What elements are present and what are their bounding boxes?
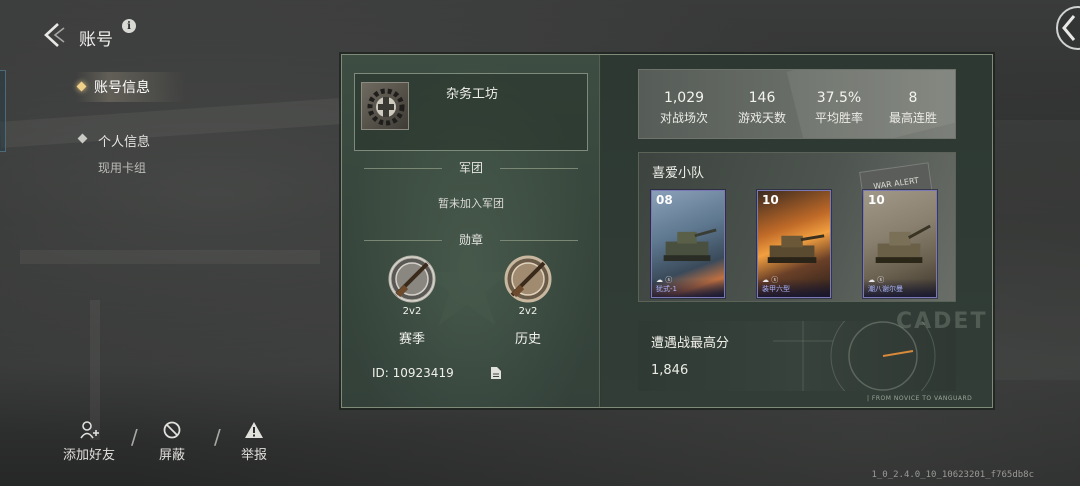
nav-item-current-deck[interactable]: 现用卡组 xyxy=(98,159,146,176)
separator: / xyxy=(214,425,221,449)
stat-value: 8 xyxy=(908,90,918,106)
add-friend-button[interactable]: 添加好友 xyxy=(63,420,115,463)
season-medal-icon[interactable] xyxy=(382,251,442,313)
stat-days: 146 游戏天数 xyxy=(724,90,800,126)
back-arrow-icon xyxy=(44,23,65,47)
history-medal-icon[interactable] xyxy=(498,251,558,313)
history-medal-tag: 2v2 xyxy=(518,306,538,317)
unit-level: 10 xyxy=(868,193,885,207)
nav-item-account-info[interactable]: 账号信息 xyxy=(76,72,186,102)
player-id: ID: 10923419 xyxy=(372,366,454,380)
unit-card[interactable]: 10 ☁ ⓢ 潮八谢尔曼 xyxy=(863,190,937,298)
stats-panel: 1,029 对战场次 146 游戏天数 37.5% 平均胜率 8 最高连胜 xyxy=(638,69,956,139)
unit-card[interactable]: 08 ☁ ⓢ 犹式-1 xyxy=(651,190,725,298)
medals-section-title: 勋章 xyxy=(354,231,588,248)
history-medal-label: 历史 xyxy=(514,332,541,347)
stat-value: 37.5% xyxy=(816,90,862,106)
stat-label: 最高连胜 xyxy=(888,111,937,125)
report-label: 举报 xyxy=(241,448,268,463)
unit-name: 装甲六型 xyxy=(762,285,790,293)
avatar[interactable] xyxy=(361,82,409,130)
novice-caption: | FROM NOVICE TO VANGUARD xyxy=(867,395,973,402)
bg-beam xyxy=(20,250,320,264)
bg-beam xyxy=(994,120,1080,380)
page-title: 账号 xyxy=(79,30,113,50)
nav-item-personal-info[interactable]: 个人信息 xyxy=(98,131,150,150)
stat-winrate: 37.5% 平均胜率 xyxy=(801,90,877,126)
bg-beam xyxy=(90,300,100,440)
favorite-squad-panel: 喜爱小队 WAR ALERT 08 ☁ ⓢ 犹式-1 10 ☁ ⓢ 装甲六型 1… xyxy=(638,152,956,302)
chevron-left-icon xyxy=(1062,15,1076,41)
squad-title: 喜爱小队 xyxy=(652,166,705,181)
player-id-row: ID: 10923419 xyxy=(372,366,502,380)
version-string: 1_0_2.4.0_10_10623201_f765db8c xyxy=(871,470,1034,480)
unit-name: 犹式-1 xyxy=(656,285,677,293)
bg-beam xyxy=(0,98,341,148)
season-medal-tag: 2v2 xyxy=(402,306,422,317)
block-icon xyxy=(163,421,181,439)
unit-card[interactable]: 10 ☁ ⓢ 装甲六型 xyxy=(757,190,831,298)
cadet-watermark: CADET xyxy=(896,309,988,334)
profile-card: ★ 杂务工坊 军团 暂未加入军团 勋章 2v2 赛季 2v2 历史 ID: 10… xyxy=(341,54,993,408)
unit-level: 08 xyxy=(656,193,673,207)
profile-left-panel: ★ 杂务工坊 军团 暂未加入军团 勋章 2v2 赛季 2v2 历史 ID: 10… xyxy=(342,55,600,407)
encounter-score-title: 遭遇战最高分 xyxy=(651,336,730,351)
menu-corner-button[interactable] xyxy=(1056,6,1080,50)
block-label: 屏蔽 xyxy=(159,448,186,463)
nav-item-label: 账号信息 xyxy=(94,80,150,96)
stat-value: 146 xyxy=(748,90,776,106)
stat-label: 平均胜率 xyxy=(814,111,863,125)
unit-name: 潮八谢尔曼 xyxy=(868,285,903,293)
stat-label: 对战场次 xyxy=(659,111,708,125)
encounter-score-value: 1,846 xyxy=(651,363,689,378)
warning-icon xyxy=(245,422,263,438)
player-nickname: 杂务工坊 xyxy=(446,87,499,102)
stat-value: 1,029 xyxy=(663,90,705,106)
stat-label: 游戏天数 xyxy=(737,111,786,125)
legion-status: 暂未加入军团 xyxy=(438,197,504,210)
report-button[interactable]: 举报 xyxy=(241,420,267,463)
stat-matches: 1,029 对战场次 xyxy=(646,90,722,126)
info-icon[interactable]: i xyxy=(122,19,136,33)
side-drawer-tab[interactable] xyxy=(0,70,6,152)
legion-section-title: 军团 xyxy=(354,159,588,176)
stat-streak: 8 最高连胜 xyxy=(875,90,951,126)
separator: / xyxy=(131,425,138,449)
gear-emblem-icon xyxy=(367,88,405,126)
add-friend-icon xyxy=(80,421,99,439)
block-button[interactable]: 屏蔽 xyxy=(159,420,185,463)
unit-level: 10 xyxy=(762,193,779,207)
season-medal-label: 赛季 xyxy=(398,332,425,347)
copy-icon[interactable] xyxy=(490,366,502,380)
back-button[interactable] xyxy=(38,20,68,50)
active-diamond-icon xyxy=(76,81,87,92)
add-friend-label: 添加好友 xyxy=(63,448,116,463)
